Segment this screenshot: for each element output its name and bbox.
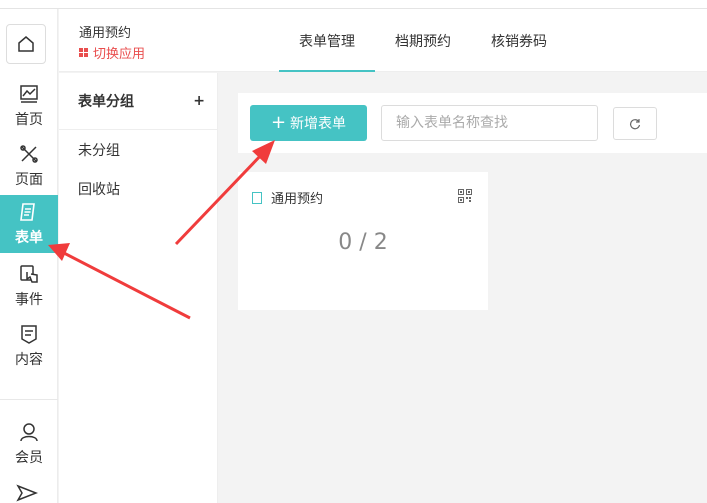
app-title: 通用预约 (79, 26, 132, 41)
form-card-title-text: 通用预约 (271, 192, 324, 207)
send-icon[interactable] (16, 483, 38, 503)
plus-icon: + (270, 112, 287, 133)
tab-bar: 表单管理 档期预约 核销券码 (279, 9, 567, 72)
group-item-recycle-bin[interactable]: 回收站 (59, 169, 217, 208)
switch-app-link[interactable]: 切换应用 (79, 43, 145, 62)
form-card-title: 通用预约 (252, 188, 323, 207)
rail-item-content[interactable]: 内容 (0, 317, 58, 375)
form-card[interactable]: 通用预约 0 / 2 (238, 172, 488, 310)
rail-item-forms[interactable]: 表单 (0, 195, 58, 253)
rail-divider (0, 399, 58, 400)
form-icon (20, 203, 35, 221)
rail-item-members[interactable]: 会员 (0, 415, 58, 473)
switch-app-label: 切换应用 (93, 47, 146, 62)
form-group-panel: 表单分组 + 未分组 回收站 (59, 73, 218, 503)
rail-item-label: 首页 (15, 112, 43, 128)
home-icon (18, 36, 34, 52)
tab-form-management[interactable]: 表单管理 (279, 9, 375, 72)
add-form-label: 新增表单 (290, 116, 347, 132)
document-icon (252, 191, 262, 204)
qr-code-icon[interactable] (458, 189, 472, 203)
add-form-button[interactable]: + 新增表单 (250, 105, 367, 141)
tab-verify-coupon[interactable]: 核销券码 (471, 9, 567, 72)
refresh-button[interactable] (613, 107, 657, 140)
rail-item-home[interactable]: 首页 (0, 77, 58, 135)
form-toolbar: + 新增表单 (238, 93, 707, 153)
group-panel-header: 表单分组 + (59, 73, 217, 130)
content-icon (21, 325, 37, 344)
rail-item-label: 页面 (15, 172, 43, 188)
top-border (0, 0, 707, 9)
rail-item-pages[interactable]: 页面 (0, 137, 58, 195)
apps-grid-icon (79, 48, 88, 57)
user-icon (20, 423, 38, 442)
refresh-icon (629, 118, 641, 129)
touch-icon (20, 265, 38, 283)
chart-icon (20, 85, 38, 103)
form-card-count: 0 / 2 (338, 230, 388, 255)
rail-item-events[interactable]: 事件 (0, 257, 58, 315)
main-rail: 首页 页面 表单 事件 内容 会员 (0, 9, 58, 503)
tab-schedule-booking[interactable]: 档期预约 (375, 9, 471, 72)
app-header: 通用预约 切换应用 表单管理 档期预约 核销券码 (59, 9, 707, 72)
add-group-icon[interactable]: + (193, 94, 205, 108)
rail-item-label: 会员 (15, 450, 43, 466)
group-panel-title: 表单分组 (78, 94, 134, 110)
group-item-ungrouped[interactable]: 未分组 (59, 130, 217, 169)
tools-icon (20, 145, 38, 163)
form-search-input[interactable] (381, 105, 598, 141)
rail-item-label: 内容 (15, 352, 43, 368)
home-button[interactable] (6, 24, 46, 64)
rail-item-label: 事件 (15, 292, 43, 308)
rail-item-label: 表单 (15, 230, 43, 246)
